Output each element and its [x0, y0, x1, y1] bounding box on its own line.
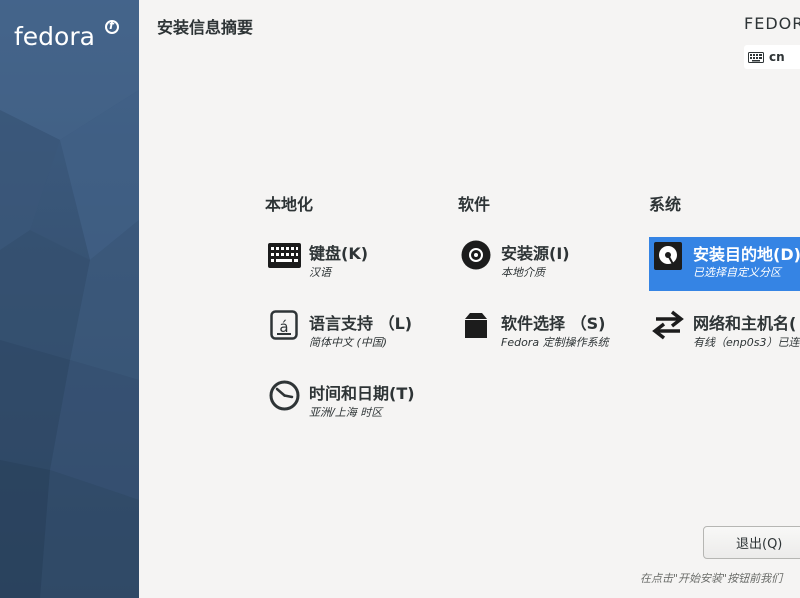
disc-icon	[459, 238, 493, 272]
spoke-status: 简体中文 (中国)	[309, 336, 388, 349]
spoke-status: 已选择自定义分区	[693, 266, 781, 279]
keyboard-layout-indicator[interactable]: cn	[744, 45, 800, 69]
spoke-status: 亚洲/上海 时区	[309, 406, 383, 419]
spoke-label: 安装目的地(D)	[693, 245, 800, 264]
product-name: FEDOR	[744, 14, 800, 33]
keyboard-layout-code: cn	[769, 50, 785, 64]
spoke-time-date[interactable]: 时间和日期(T) 亚洲/上海 时区	[267, 378, 437, 432]
spoke-language-support[interactable]: á 语言支持 （L) 简体中文 (中国)	[267, 308, 437, 362]
spoke-software-selection[interactable]: 软件选择 （S) Fedora 定制操作系统	[459, 308, 634, 362]
sidebar: fedora f	[0, 0, 139, 598]
section-title-software: 软件	[458, 195, 491, 214]
spoke-status: Fedora 定制操作系统	[501, 336, 609, 349]
begin-install-hint: 在点击"开始安装"按钮前我们	[640, 572, 783, 585]
spoke-status: 汉语	[309, 266, 331, 279]
keyboard-icon	[748, 51, 764, 63]
keyboard-icon	[267, 238, 301, 272]
spoke-installation-destination[interactable]: 安装目的地(D) 已选择自定义分区	[649, 237, 800, 291]
page-title: 安装信息摘要	[157, 18, 254, 37]
spoke-label: 语言支持 （L)	[309, 314, 413, 333]
spoke-label: 软件选择 （S)	[501, 314, 606, 333]
sidebar-pattern	[0, 0, 139, 598]
clock-icon	[267, 378, 301, 412]
quit-button[interactable]: 退出(Q)	[703, 526, 800, 559]
spoke-installation-source[interactable]: 安装源(I) 本地介质	[459, 238, 629, 292]
spoke-label: 键盘(K)	[309, 244, 369, 263]
package-icon	[459, 308, 493, 342]
spoke-network-hostname[interactable]: 网络和主机名( 有线（enp0s3）已连	[651, 308, 800, 362]
harddisk-icon	[651, 239, 685, 273]
fedora-infinity-icon: f	[105, 19, 119, 34]
spoke-status: 有线（enp0s3）已连	[693, 336, 800, 349]
spoke-status: 本地介质	[501, 266, 545, 279]
fedora-logo: fedora	[14, 22, 95, 51]
section-title-system: 系统	[649, 195, 682, 214]
spoke-label: 安装源(I)	[501, 244, 570, 263]
spoke-label: 网络和主机名(	[693, 314, 797, 333]
spoke-keyboard[interactable]: 键盘(K) 汉语	[267, 238, 437, 292]
section-title-localization: 本地化	[265, 195, 314, 214]
network-arrows-icon	[651, 308, 685, 342]
language-icon: á	[267, 308, 301, 342]
spoke-label: 时间和日期(T)	[309, 384, 415, 403]
fedora-logo-mark: f	[109, 19, 114, 32]
